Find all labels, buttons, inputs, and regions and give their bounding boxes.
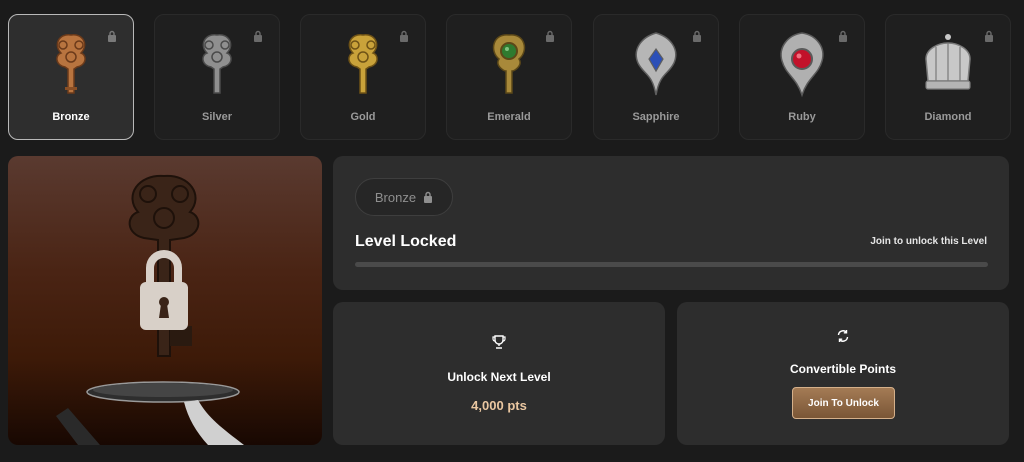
tier-label: Bronze bbox=[52, 111, 90, 123]
lock-icon bbox=[546, 30, 554, 42]
lock-icon bbox=[254, 30, 262, 42]
loyalty-levels-page: Bronze Silver Gold Emerald Sapphire Ruby… bbox=[0, 0, 1024, 462]
level-status-panel: Bronze Level Locked Join to unlock this … bbox=[333, 156, 1009, 290]
join-to-unlock-button[interactable]: Join To Unlock bbox=[792, 387, 895, 419]
points-required: 4,000 pts bbox=[471, 398, 527, 413]
ruby-pendant-icon bbox=[780, 32, 824, 98]
tier-card-sapphire[interactable]: Sapphire bbox=[593, 14, 719, 140]
tier-label: Emerald bbox=[487, 111, 531, 123]
lock-icon bbox=[985, 30, 993, 42]
emerald-key-icon bbox=[492, 34, 526, 94]
tier-card-emerald[interactable]: Emerald bbox=[446, 14, 572, 140]
sapphire-pendant-icon bbox=[635, 32, 677, 96]
level-hero-image bbox=[8, 156, 322, 445]
unlock-next-level-card: Unlock Next Level 4,000 pts bbox=[333, 302, 665, 445]
tier-card-bronze[interactable]: Bronze bbox=[8, 14, 134, 140]
locked-key-illustration bbox=[56, 174, 244, 445]
lock-icon bbox=[108, 30, 116, 42]
level-progress-bar bbox=[355, 262, 988, 267]
tier-label: Diamond bbox=[924, 111, 972, 123]
tier-card-gold[interactable]: Gold bbox=[300, 14, 426, 140]
crown-icon bbox=[925, 34, 971, 90]
ornate-key-icon bbox=[202, 34, 232, 94]
lock-icon bbox=[400, 30, 408, 42]
tier-card-ruby[interactable]: Ruby bbox=[739, 14, 865, 140]
tier-card-silver[interactable]: Silver bbox=[154, 14, 280, 140]
unlock-card-title: Unlock Next Level bbox=[447, 370, 551, 384]
lock-icon bbox=[424, 191, 433, 203]
ornate-key-icon bbox=[348, 34, 378, 94]
tier-label: Ruby bbox=[788, 111, 816, 123]
convertible-points-card: Convertible Points Join To Unlock bbox=[677, 302, 1009, 445]
tier-label: Sapphire bbox=[632, 111, 680, 123]
tier-card-diamond[interactable]: Diamond bbox=[885, 14, 1011, 140]
level-pill[interactable]: Bronze bbox=[355, 178, 453, 216]
tier-selector: Bronze Silver Gold Emerald Sapphire Ruby… bbox=[8, 14, 1011, 140]
ornate-key-icon bbox=[56, 34, 86, 94]
trophy-icon bbox=[492, 335, 506, 349]
level-pill-label: Bronze bbox=[374, 189, 417, 205]
points-card-title: Convertible Points bbox=[789, 362, 896, 376]
tier-label: Silver bbox=[202, 111, 232, 123]
tier-label: Gold bbox=[350, 111, 376, 123]
refresh-icon bbox=[837, 330, 849, 342]
lock-icon bbox=[839, 30, 847, 42]
lock-icon bbox=[693, 30, 701, 42]
level-status-title: Level Locked bbox=[355, 233, 457, 250]
join-hint: Join to unlock this Level bbox=[870, 236, 987, 247]
